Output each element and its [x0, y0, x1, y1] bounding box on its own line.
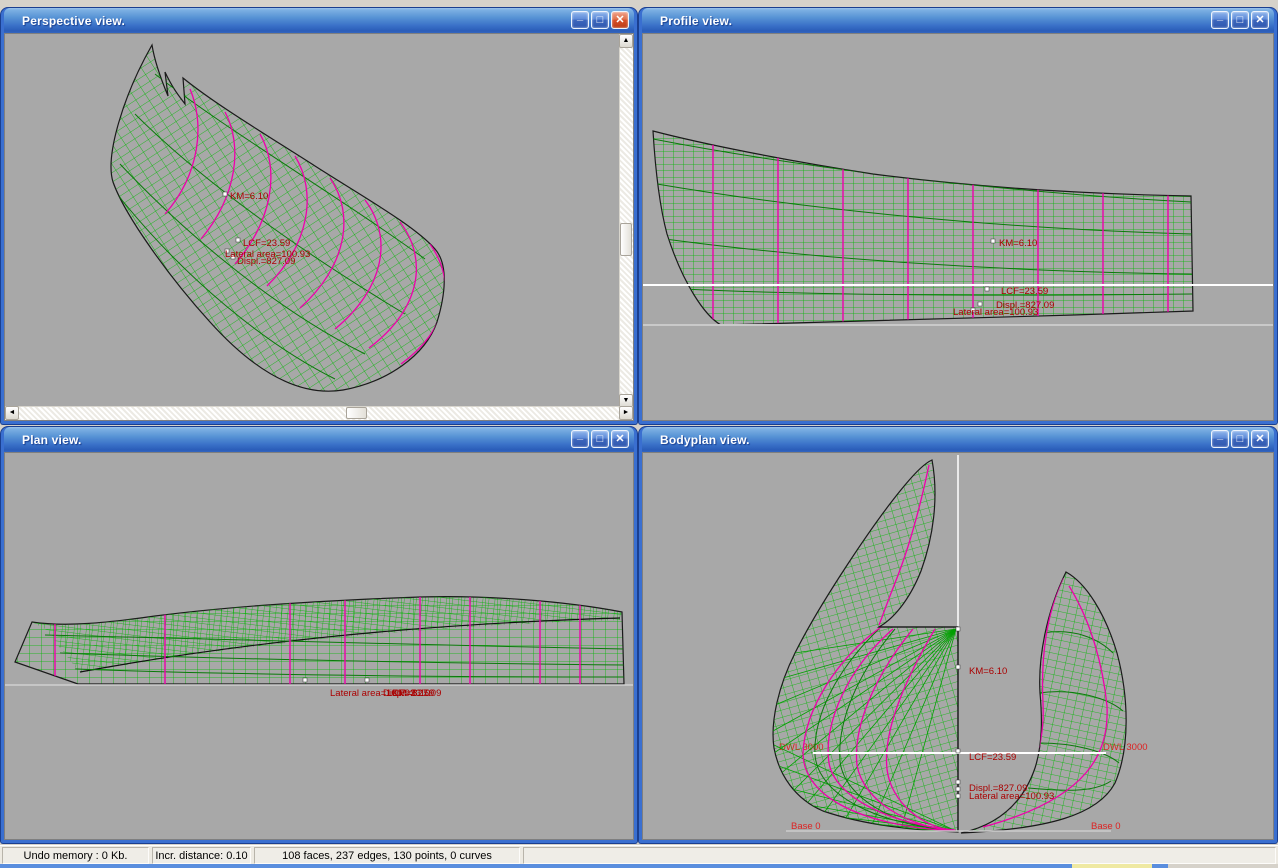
- titlebar-perspective[interactable]: Perspective view. _ □ ✕: [4, 8, 634, 33]
- window-title: Perspective view.: [4, 14, 125, 28]
- annotation-km: KM=6.10: [230, 191, 268, 202]
- maximize-icon: □: [1237, 14, 1244, 26]
- annotation-lateral-area: Lateral area=100.93: [969, 791, 1054, 802]
- arrow-right-icon: ►: [623, 409, 630, 416]
- vertical-scroll-thumb[interactable]: [620, 223, 632, 256]
- close-icon: ✕: [1255, 14, 1264, 26]
- bodyplan-client: DWL 3000 DWL 3000: [642, 452, 1274, 840]
- window-bodyplan-view: Bodyplan view. _ □ ✕: [639, 427, 1277, 843]
- arrow-down-icon: ▼: [623, 397, 630, 404]
- titlebar-plan[interactable]: Plan view. _ □ ✕: [4, 427, 634, 452]
- maximize-button[interactable]: □: [591, 11, 609, 29]
- annotation-lcf: LCF=23.59: [1001, 286, 1048, 297]
- profile-hull-mesh: [653, 131, 1193, 325]
- bodyplan-canvas[interactable]: DWL 3000 DWL 3000: [643, 453, 1273, 839]
- minimize-button[interactable]: _: [1211, 430, 1229, 448]
- maximize-button[interactable]: □: [591, 430, 609, 448]
- window-plan-view: Plan view. _ □ ✕: [1, 427, 637, 843]
- scroll-left-button[interactable]: ◄: [5, 406, 19, 420]
- profile-canvas[interactable]: KM=6.10 LCF=23.59 Displ.=827.09 Lateral …: [643, 34, 1273, 420]
- taskbar-edge: [0, 864, 1278, 868]
- maximize-button[interactable]: □: [1231, 11, 1249, 29]
- minimize-button[interactable]: _: [571, 11, 589, 29]
- annotation-lcf: LCF=23.59: [243, 238, 290, 249]
- annotation-km: KM=6.10: [392, 688, 430, 699]
- status-extra-panel: [523, 847, 1276, 864]
- maximize-icon: □: [597, 433, 604, 445]
- close-icon: ✕: [615, 14, 624, 26]
- minimize-icon: _: [577, 10, 583, 22]
- titlebar-profile[interactable]: Profile view. _ □ ✕: [642, 8, 1274, 33]
- window-title: Plan view.: [4, 433, 82, 447]
- status-incr-distance: Incr. distance: 0.10: [152, 847, 251, 864]
- arrow-up-icon: ▲: [623, 37, 630, 44]
- minimize-icon: _: [1217, 10, 1223, 22]
- status-bar: Undo memory : 0 Kb. Incr. distance: 0.10…: [0, 845, 1278, 864]
- close-icon: ✕: [615, 433, 624, 445]
- horizontal-scrollbar[interactable]: ◄ ►: [5, 406, 633, 420]
- close-button[interactable]: ✕: [611, 11, 629, 29]
- scroll-right-button[interactable]: ►: [619, 406, 633, 420]
- annotation-km: KM=6.10: [969, 666, 1007, 677]
- window-title: Profile view.: [642, 14, 732, 28]
- profile-client: KM=6.10 LCF=23.59 Displ.=827.09 Lateral …: [642, 33, 1274, 421]
- application-workspace: Perspective view. _ □ ✕: [0, 0, 1278, 868]
- minimize-icon: _: [1217, 429, 1223, 441]
- plan-canvas[interactable]: Lateral area=100.93 Displ.=827.09 LCF=23…: [5, 453, 633, 839]
- status-undo-memory: Undo memory : 0 Kb.: [2, 847, 149, 864]
- arrow-left-icon: ◄: [9, 409, 16, 416]
- maximize-button[interactable]: □: [1231, 430, 1249, 448]
- window-perspective-view: Perspective view. _ □ ✕: [1, 8, 637, 424]
- status-model-stats: 108 faces, 237 edges, 130 points, 0 curv…: [254, 847, 520, 864]
- vertical-scrollbar[interactable]: ▲ ▼: [619, 34, 633, 408]
- bodyplan-left-sections-mesh: [773, 460, 958, 832]
- label-base-left: Base 0: [791, 821, 821, 832]
- plan-client: Lateral area=100.93 Displ.=827.09 LCF=23…: [4, 452, 634, 840]
- perspective-client: KM=6.10 LCF=23.59 Lateral area=100.93 Di…: [4, 33, 634, 421]
- window-profile-view: Profile view. _ □ ✕: [639, 8, 1277, 424]
- maximize-icon: □: [597, 14, 604, 26]
- close-button[interactable]: ✕: [611, 430, 629, 448]
- annotation-lateral-area: Lateral area=100.93: [953, 307, 1038, 318]
- scroll-up-button[interactable]: ▲: [619, 34, 633, 48]
- titlebar-bodyplan[interactable]: Bodyplan view. _ □ ✕: [642, 427, 1274, 452]
- minimize-button[interactable]: _: [1211, 11, 1229, 29]
- maximize-icon: □: [1237, 433, 1244, 445]
- horizontal-scroll-thumb[interactable]: [346, 407, 367, 419]
- window-title: Bodyplan view.: [642, 433, 750, 447]
- close-button[interactable]: ✕: [1251, 430, 1269, 448]
- minimize-icon: _: [577, 429, 583, 441]
- taskbar-edge-gray: [1168, 864, 1278, 868]
- taskbar-edge-highlight: [1072, 864, 1152, 868]
- annotation-displacement: Displ.=827.09: [237, 256, 295, 267]
- label-base-right: Base 0: [1091, 821, 1121, 832]
- annotation-lcf: LCF=23.59: [969, 752, 1016, 763]
- perspective-canvas[interactable]: KM=6.10 LCF=23.59 Lateral area=100.93 Di…: [5, 34, 621, 408]
- perspective-hull-mesh: [111, 45, 444, 391]
- close-icon: ✕: [1255, 433, 1264, 445]
- close-button[interactable]: ✕: [1251, 11, 1269, 29]
- minimize-button[interactable]: _: [571, 430, 589, 448]
- annotation-km: KM=6.10: [999, 238, 1037, 249]
